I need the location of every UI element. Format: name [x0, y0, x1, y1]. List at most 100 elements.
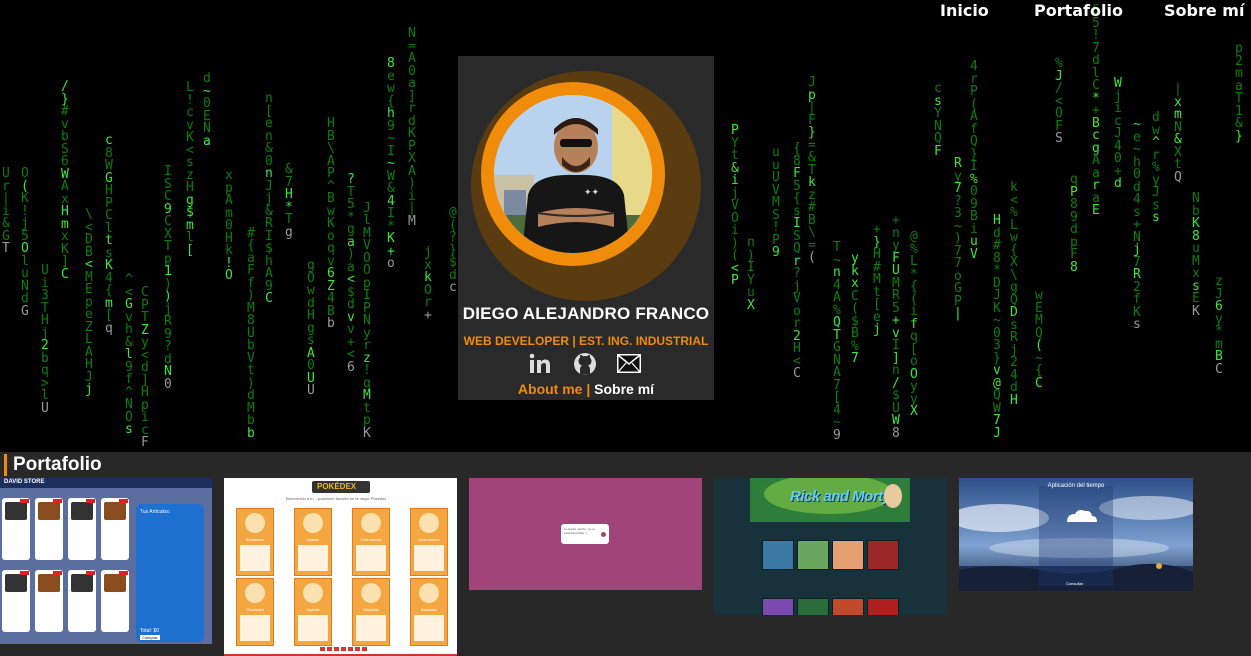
matrix-column: Hd #8 * D J K ~0 3} v @ Q W 7 J	[993, 213, 1001, 441]
matrix-column: \ < D B < M Ep e Z L A H Jj	[85, 207, 93, 397]
project-thumbnail-music-store[interactable]: DAVID STORE Tus Artículos: Total: $0 Com…	[0, 478, 212, 644]
pokemon-card: Charmander	[352, 508, 390, 576]
portfolio-section: Portafolio DAVID STORE Tus Artículos: To…	[0, 452, 1251, 656]
matrix-column: y k x C($ B% 7	[851, 251, 859, 366]
matrix-column: /} # v b S 6 W Ax Hm x K] C	[61, 79, 69, 282]
matrix-column: ? T 5 * g a) a < $ d v v + <6	[347, 172, 355, 375]
matrix-column: NbK8uMxsEK	[1192, 191, 1200, 319]
cart-total: Total: $0	[140, 628, 159, 634]
pokemon-card: Bulbasaur	[236, 508, 274, 576]
pagination-dot	[355, 647, 360, 651]
store-product-card	[35, 570, 63, 632]
pagination-dot	[362, 647, 367, 651]
matrix-column: P Yt & i j V Oi)(< P	[731, 123, 739, 288]
matrix-column: z J 6 y * m B C	[1215, 274, 1223, 377]
matrix-column: {8 F 5{s I S Qr? j Vo r 2 H < C	[793, 141, 801, 381]
weather-button: Consultar	[1063, 581, 1087, 586]
matrix-hero: Ur | i & G T O(K! j 5 Ol u Nd G Ui 3 T Hj 2 b q > l U /} # v b S 6 W A…	[0, 0, 1251, 452]
matrix-column: ~ e ~ h 0 d 4 s + Nj 7 R 2 f Ks	[1133, 117, 1141, 332]
store-product-card	[35, 498, 63, 560]
character-grid	[762, 540, 902, 615]
matrix-column: j x k Or +	[424, 245, 432, 323]
project-thumbnail-unavailable[interactable]: Lo siento mucho, ya no está disponible :…	[469, 478, 702, 590]
matrix-column: L! c v K < s z Hg $ m l[	[186, 80, 194, 258]
store-product-card	[101, 570, 129, 632]
pagination-dot	[327, 647, 332, 651]
pokemon-card: Charmeleon	[410, 508, 448, 576]
svg-text:✦✦: ✦✦	[584, 187, 600, 197]
character-card	[832, 598, 864, 615]
nav-sobre-mi[interactable]: Sobre mí	[1164, 0, 1244, 22]
rick-morty-logo: Rick and Morty	[790, 488, 891, 505]
pokemon-name: Ivysaur	[306, 537, 320, 542]
matrix-column: d w ^ r% y Js s	[1152, 110, 1160, 225]
social-links	[528, 352, 648, 376]
matrix-column: Ur | i & G T	[2, 166, 10, 256]
pokemon-name: Blastoise	[420, 607, 438, 612]
linkedin-icon[interactable]	[528, 352, 552, 376]
pokemon-name: Charmander	[359, 537, 383, 542]
pagination-dot	[341, 647, 346, 651]
character-card	[762, 598, 794, 615]
matrix-column: Ry 7? 3 ~) 7 7 o G P |	[954, 156, 962, 321]
project-thumbnail-rick-morty[interactable]: Rick and Morty	[714, 478, 947, 615]
pokedex-title: POKÉDEX	[317, 482, 357, 491]
matrix-column: @% L *{(i f q[o Oy y X	[910, 229, 918, 419]
pokemon-name: Wartortle	[362, 607, 380, 612]
character-card	[762, 540, 794, 570]
project-thumbnail-pokedex[interactable]: POKÉDEX Bienvenido a tu ...pokemón favor…	[224, 478, 457, 656]
avatar-ring: ✦✦	[481, 82, 665, 266]
character-card	[867, 598, 899, 615]
character-card	[867, 540, 899, 570]
pokemon-card: Ivysaur	[294, 508, 332, 576]
pokedex-pagination	[320, 647, 370, 652]
matrix-column: n[e n & 0 n Jj & R I $ h A 9 C	[265, 91, 273, 306]
matrix-column: n) I Yu X	[747, 235, 755, 313]
matrix-column: gOwdHgsA0UU	[307, 258, 315, 398]
matrix-column: +} H # Mt[e j	[873, 222, 881, 337]
matrix-column: u u U V M S! P 9	[772, 145, 780, 260]
pokedex-logo: POKÉDEX	[312, 481, 370, 493]
project-thumbnail-weather[interactable]: Aplicación del tiempo Consultar	[959, 478, 1193, 591]
pokemon-name: Charmeleon	[418, 537, 440, 542]
avatar: ✦✦	[494, 95, 652, 253]
matrix-column: Ui 3 T Hj 2 b q > l U	[41, 263, 49, 416]
matrix-column: + n y F U M R 5 + v I] n / $ U W 8	[892, 213, 900, 441]
matrix-column: T ~ n 4 A% Q T G N A 7[4 ~9	[833, 240, 841, 443]
store-product-card	[2, 498, 30, 560]
avatar-photo: ✦✦	[494, 95, 652, 253]
store-name: DAVID STORE	[4, 479, 45, 485]
about-me-link[interactable]: About me	[518, 381, 583, 397]
matrix-column: d ~0 E Na	[203, 71, 211, 149]
matrix-column: 8 e w{h 9 ~ I ~ W & 4 I * K + o	[387, 56, 395, 271]
sobre-mi-link[interactable]: Sobre mí	[594, 381, 654, 397]
cart-label: Tus Artículos:	[140, 509, 171, 515]
nav-portafolio[interactable]: Portafolio	[1034, 0, 1123, 22]
matrix-column: #{a Ff) M 8 Ub Vt) d Mb b	[247, 225, 255, 441]
pokemon-card: Charizard	[236, 578, 274, 646]
nav-inicio[interactable]: Inicio	[940, 0, 989, 22]
weather-title: Aplicación del tiempo	[1047, 483, 1105, 489]
pagination-dot	[348, 647, 353, 651]
character-card	[832, 540, 864, 570]
matrix-column: C P T Zy < d] Hp i c F	[141, 285, 149, 450]
unavailable-card: Lo siento mucho, ya no está disponible :…	[561, 524, 609, 544]
matrix-column: 4 r P(Af Q} I% 0 9 Bi u V	[970, 59, 978, 262]
matrix-column: Jl M V O Op I P Ny r z! q Mt p K	[363, 200, 371, 441]
profile-role: WEB DEVELOPER | EST. ING. INDUSTRIAL	[463, 334, 709, 348]
pokemon-name: Squirtle	[306, 607, 320, 612]
matrix-column: N = A 0 a] r d K P X A) i | M	[408, 26, 416, 229]
matrix-column: x p Am 0 Hk! O	[225, 168, 233, 283]
unavailable-message: Lo siento mucho, ya no está disponible :…	[564, 527, 596, 535]
mail-icon[interactable]	[616, 352, 642, 376]
cart-panel: Tus Artículos: Total: $0 Comprar	[136, 504, 204, 642]
matrix-column: csYNQF	[934, 81, 942, 159]
matrix-column: c 8 W G H P Cl t s K 4{m[q	[105, 133, 113, 336]
weather-background	[959, 478, 1193, 591]
github-icon[interactable]	[573, 352, 597, 376]
about-separator: |	[582, 381, 595, 397]
pokemon-name: Bulbasaur	[245, 537, 264, 542]
top-navigation: Inicio Portafolio Sobre mí	[0, 0, 1251, 24]
pokemon-name: Charizard	[246, 607, 264, 612]
matrix-column: I S C 9 C X Tp 1)) j R 9? d N 0	[164, 164, 172, 392]
